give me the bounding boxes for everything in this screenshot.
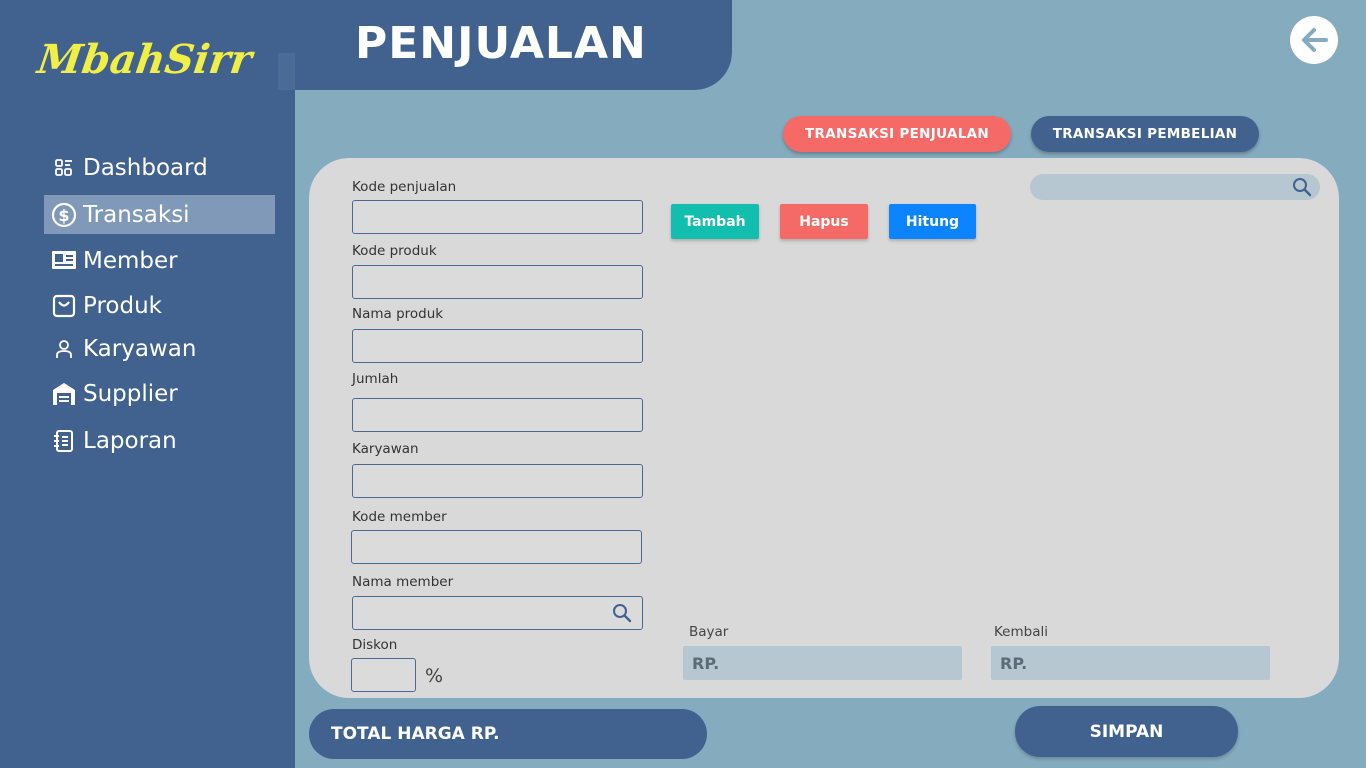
bayar-label: Bayar [689, 624, 729, 640]
nama-member-label: Nama member [352, 574, 454, 590]
sidebar-item-laporan[interactable]: Laporan [44, 421, 275, 460]
nama-member-input[interactable] [352, 596, 643, 630]
kode-member-input[interactable] [351, 530, 642, 564]
tambah-button[interactable]: Tambah [671, 204, 759, 239]
karyawan-input[interactable] [352, 464, 643, 498]
svg-text:$: $ [58, 206, 69, 225]
sidebar-item-transaksi[interactable]: $ Transaksi [44, 195, 275, 234]
warehouse-icon [51, 381, 77, 407]
jumlah-label: Jumlah [352, 371, 399, 387]
sidebar-item-dashboard[interactable]: Dashboard [44, 148, 275, 187]
simpan-button[interactable]: SIMPAN [1015, 706, 1238, 757]
total-harga-display: TOTAL HARGA RP. [309, 709, 707, 759]
kembali-field: RP. [991, 646, 1270, 680]
sidebar-item-member[interactable]: Member [44, 241, 275, 280]
sidebar-item-karyawan[interactable]: Karyawan [44, 329, 275, 368]
person-icon [51, 336, 77, 362]
kode-member-label: Kode member [352, 509, 447, 525]
hitung-button[interactable]: Hitung [889, 204, 976, 239]
sidebar-item-label: Member [83, 247, 178, 274]
nama-produk-label: Nama produk [352, 306, 444, 322]
dashboard-icon [51, 155, 77, 181]
tab-transaksi-penjualan[interactable]: TRANSAKSI PENJUALAN [783, 116, 1011, 152]
sidebar-item-label: Produk [83, 292, 162, 319]
percent-sign: % [425, 665, 444, 687]
hapus-button[interactable]: Hapus [780, 204, 868, 239]
kode-penjualan-label: Kode penjualan [352, 179, 457, 195]
dollar-icon: $ [51, 202, 77, 228]
sidebar-item-produk[interactable]: Produk [44, 286, 275, 325]
back-button[interactable] [1290, 16, 1338, 64]
sidebar-item-label: Karyawan [83, 335, 197, 362]
tab-transaksi-pembelian[interactable]: TRANSAKSI PEMBELIAN [1031, 116, 1259, 152]
kembali-label: Kembali [994, 624, 1048, 640]
diskon-input[interactable] [351, 658, 416, 692]
arrow-left-icon [1302, 28, 1328, 52]
app-logo: MbahSirr [34, 36, 255, 83]
kode-penjualan-input[interactable] [352, 200, 643, 234]
nama-produk-input[interactable] [352, 329, 643, 363]
sidebar-item-label: Supplier [83, 380, 178, 407]
id-card-icon [51, 248, 77, 274]
sidebar-item-label: Dashboard [83, 154, 208, 181]
search-icon[interactable] [612, 603, 632, 623]
sidebar-item-supplier[interactable]: Supplier [44, 374, 275, 413]
bag-icon [51, 293, 77, 319]
bayar-input[interactable]: RP. [683, 646, 962, 680]
sidebar-item-label: Laporan [83, 427, 177, 454]
karyawan-label: Karyawan [352, 441, 419, 457]
kode-produk-input[interactable] [352, 265, 643, 299]
sidebar-item-label: Transaksi [83, 201, 190, 228]
sidebar-notch [278, 53, 295, 90]
jumlah-input[interactable] [352, 398, 643, 432]
page-title: PENJUALAN [355, 18, 647, 69]
kode-produk-label: Kode produk [352, 243, 437, 259]
table-search-input[interactable] [1030, 174, 1320, 200]
diskon-label: Diskon [352, 637, 398, 653]
search-icon[interactable] [1292, 177, 1312, 197]
notebook-icon [51, 428, 77, 454]
